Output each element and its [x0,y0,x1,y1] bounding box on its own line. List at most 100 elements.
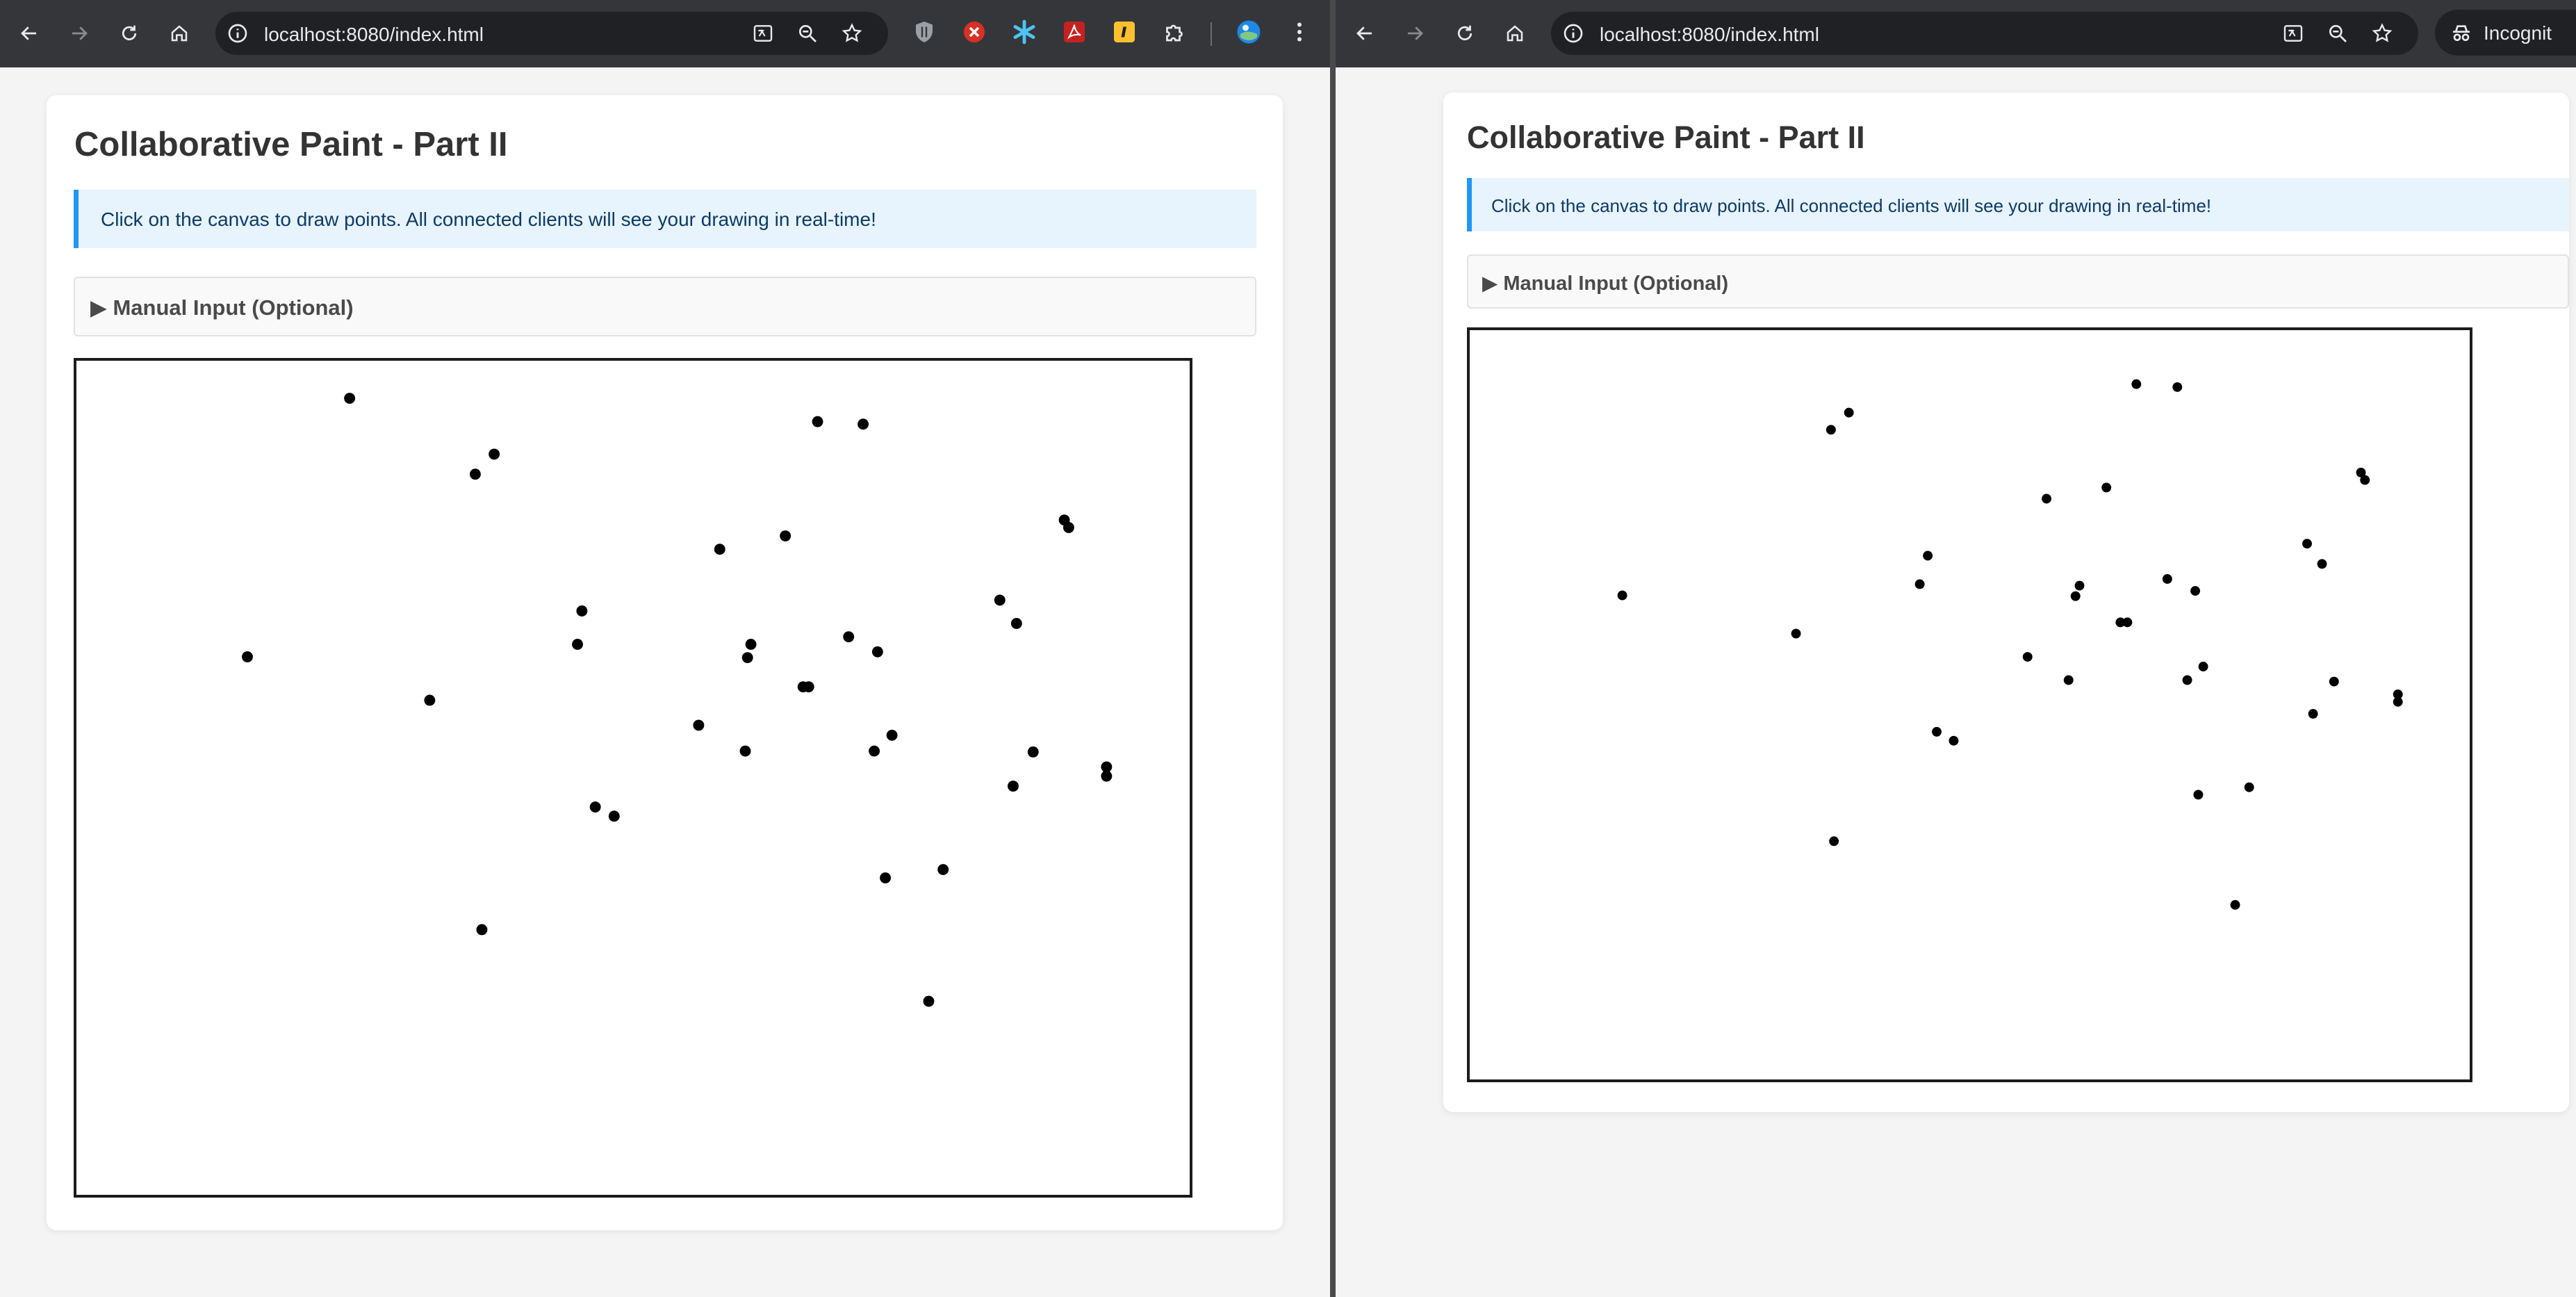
drawn-point [489,448,500,460]
drawn-point [1826,425,1836,435]
instruction-banner: Click on the canvas to draw points. All … [74,190,1256,248]
drawn-point [608,810,620,822]
reload-icon[interactable] [113,17,146,50]
incognito-indicator[interactable]: Incognit [2435,10,2576,56]
drawn-point [1949,735,1959,746]
drawn-point [2308,708,2318,719]
drawn-point [2131,379,2142,389]
asterisk-extension-icon[interactable] [1012,19,1037,44]
extensions-puzzle-icon[interactable] [1162,19,1187,44]
drawn-point [572,639,583,650]
drawn-point [2302,539,2312,549]
profile-avatar-icon[interactable] [1236,19,1261,44]
drawn-point [869,745,880,757]
browser-window-left: localhost:8080/index.html Collaborative … [0,0,1330,1297]
address-bar[interactable]: localhost:8080/index.html [1551,12,2418,55]
drawn-point [843,631,855,643]
browser-window-right: localhost:8080/index.html Incognit Colla… [1336,0,2576,1297]
drawn-point [2244,782,2254,792]
zoom-icon[interactable] [2327,22,2349,44]
url-text: localhost:8080/index.html [264,24,484,45]
translate-icon[interactable] [752,22,774,44]
app-card: Collaborative Paint - Part II Click on t… [1443,92,2569,1112]
app-card: Collaborative Paint - Part II Click on t… [47,95,1283,1230]
pdf-extension-icon[interactable] [1062,19,1087,44]
drawing-canvas[interactable] [1467,327,2472,1082]
bookmark-star-icon[interactable] [841,22,863,44]
drawn-point [476,924,488,936]
drawn-point [803,681,814,693]
drawn-point [2193,790,2204,800]
drawn-point [2198,662,2208,671]
drawn-point [745,639,757,650]
drawn-point [994,594,1006,606]
drawn-point [2329,676,2339,687]
drawn-point [780,530,791,541]
drawn-point [812,416,823,427]
drawing-canvas[interactable] [74,358,1192,1198]
drawn-point [2070,591,2081,601]
drawn-point [2230,899,2240,910]
drawn-point [2317,559,2327,569]
zoom-icon[interactable] [796,22,819,44]
drawn-point [693,719,705,731]
drawn-point [1617,590,1627,601]
drawn-point [2190,586,2201,596]
drawn-point [469,468,481,480]
drawn-point [1844,407,1854,418]
translate-icon[interactable] [2282,22,2304,44]
drawn-point [741,652,753,664]
forward-icon[interactable] [63,17,96,50]
incognito-icon [2453,25,2470,41]
site-info-icon[interactable] [227,22,249,44]
drawing-surface[interactable] [1470,330,2470,1079]
drawn-point [2042,493,2052,504]
site-info-icon[interactable] [1562,22,1584,44]
drawn-point [1914,579,1925,589]
manual-input-toggle[interactable]: ▶ Manual Input (Optional) [1467,254,2569,309]
bookmark-star-icon[interactable] [2371,22,2393,44]
drawn-point [576,605,588,617]
note-extension-icon[interactable] [1112,19,1137,44]
manual-input-toggle[interactable]: ▶ Manual Input (Optional) [74,277,1256,336]
browser-toolbar: localhost:8080/index.html Incognit [1336,0,2576,67]
home-icon[interactable] [1498,17,1532,50]
drawn-point [344,393,356,404]
drawn-point [871,646,883,658]
drawn-point [886,729,898,741]
drawn-point [2360,475,2370,485]
drawn-point [2063,675,2074,685]
drawn-point [589,801,601,813]
drawn-point [2393,696,2403,707]
shield-extension-icon[interactable] [912,19,937,44]
drawn-point [1027,746,1039,758]
page-title: Collaborative Paint - Part II [74,126,508,163]
drawn-point [2101,482,2112,493]
browser-toolbar: localhost:8080/index.html [0,0,1330,67]
drawn-point [1008,781,1019,792]
drawn-point [1101,770,1113,782]
instruction-banner: Click on the canvas to draw points. All … [1467,178,2569,231]
toolbar-separator [1211,22,1212,46]
drawing-surface[interactable] [76,361,1190,1195]
drawn-point [242,651,253,662]
menu-kebab-icon[interactable] [1287,19,1312,44]
reload-icon[interactable] [1448,17,1482,50]
drawn-point [2172,382,2183,392]
blocker-extension-icon[interactable] [962,19,987,44]
drawn-point [1063,522,1074,533]
window-divider [1330,0,1336,1297]
drawn-point [923,995,935,1007]
back-icon[interactable] [13,17,46,50]
forward-icon[interactable] [1398,17,1431,50]
back-icon[interactable] [1348,17,1381,50]
drawn-point [2022,652,2033,662]
drawn-point [1829,836,1839,847]
home-icon[interactable] [163,17,196,50]
drawn-point [1791,628,1801,639]
drawn-point [937,864,949,875]
incognito-label: Incognit [2484,22,2552,44]
url-text: localhost:8080/index.html [1600,24,1819,45]
drawn-point [2074,580,2085,591]
address-bar[interactable]: localhost:8080/index.html [215,12,888,55]
